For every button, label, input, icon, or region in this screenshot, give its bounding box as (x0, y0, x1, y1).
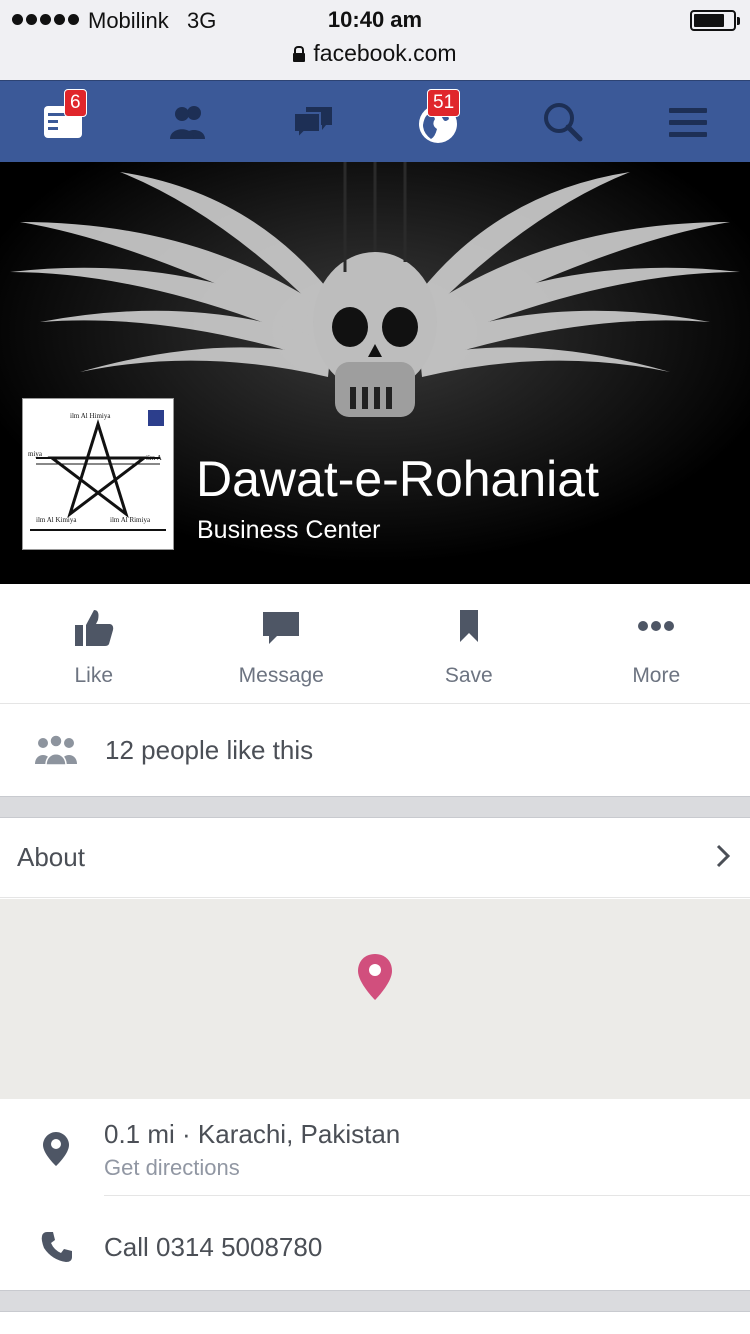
get-directions-link[interactable]: Get directions (104, 1155, 240, 1181)
svg-text:ilm A: ilm A (146, 454, 162, 462)
save-label: Save (444, 664, 493, 687)
location-pin-icon (43, 1132, 69, 1166)
likes-count-text: 12 people like this (105, 734, 314, 765)
more-label: More (632, 664, 681, 687)
battery-icon (690, 10, 740, 31)
friend-requests-tab[interactable] (125, 81, 250, 163)
location-text: 0.1 mi · Karachi, Pakistan (104, 1119, 401, 1149)
about-row[interactable]: About (0, 818, 750, 898)
news-feed-tab[interactable]: 6 (0, 81, 125, 163)
like-button[interactable]: Like (0, 584, 188, 703)
page-category: Business Center (197, 516, 381, 544)
map-pin-icon (358, 954, 392, 1000)
about-label: About (17, 842, 85, 872)
bookmark-icon (459, 610, 478, 642)
svg-text:ilm Al Himiya: ilm Al Himiya (70, 412, 111, 420)
page-action-bar: Like Message Save More (0, 584, 750, 704)
search-tab[interactable] (500, 81, 625, 163)
chevron-right-icon (716, 844, 730, 868)
row-divider (104, 1195, 750, 1196)
page-likes-row[interactable]: 12 people like this (0, 704, 750, 796)
section-divider-bottom (0, 1290, 750, 1312)
menu-icon (668, 108, 707, 137)
svg-text:ilm Al Kimiya: ilm Al Kimiya (36, 516, 77, 524)
page-title: Dawat-e-Rohaniat (196, 451, 599, 507)
friend-requests-icon (169, 106, 205, 139)
menu-tab[interactable] (625, 81, 750, 163)
like-label: Like (74, 664, 114, 687)
svg-text:ilm Al Rimiya: ilm Al Rimiya (110, 516, 151, 524)
message-bubble-icon (263, 612, 300, 644)
status-bar: Mobilink 3G 10:40 am facebook.com (0, 0, 750, 80)
pentagram-logo-image: ilm Al Himiya ilm Al Kimiya ilm Al Rimiy… (26, 402, 170, 546)
url-text: facebook.com (313, 40, 457, 66)
people-icon (35, 734, 77, 766)
address-bar[interactable]: facebook.com (0, 40, 750, 67)
save-button[interactable]: Save (375, 584, 563, 703)
news-feed-badge: 6 (64, 89, 87, 117)
more-button[interactable]: More (563, 584, 750, 703)
cover-photo[interactable]: ilm Al Himiya ilm Al Kimiya ilm Al Rimiy… (0, 162, 750, 584)
svg-text:miya: miya (28, 450, 43, 458)
call-button[interactable]: Call 0314 5008780 (104, 1232, 322, 1263)
messages-icon (292, 107, 332, 141)
clock: 10:40 am (327, 7, 423, 32)
search-icon (543, 103, 582, 142)
section-divider (0, 796, 750, 818)
next-section-peek (0, 1312, 750, 1334)
message-button[interactable]: Message (188, 584, 376, 703)
phone-icon (41, 1232, 72, 1262)
messages-tab[interactable] (250, 81, 375, 163)
like-thumb-icon (74, 610, 113, 646)
message-label: Message (238, 664, 324, 687)
notifications-badge: 51 (427, 89, 461, 117)
lock-icon (293, 45, 306, 62)
notifications-tab[interactable]: 51 (375, 81, 500, 163)
more-dots-icon (638, 621, 675, 631)
profile-picture[interactable]: ilm Al Himiya ilm Al Kimiya ilm Al Rimiy… (22, 398, 174, 550)
top-nav-bar: 6 51 (0, 80, 750, 162)
location-map[interactable] (0, 899, 750, 1099)
